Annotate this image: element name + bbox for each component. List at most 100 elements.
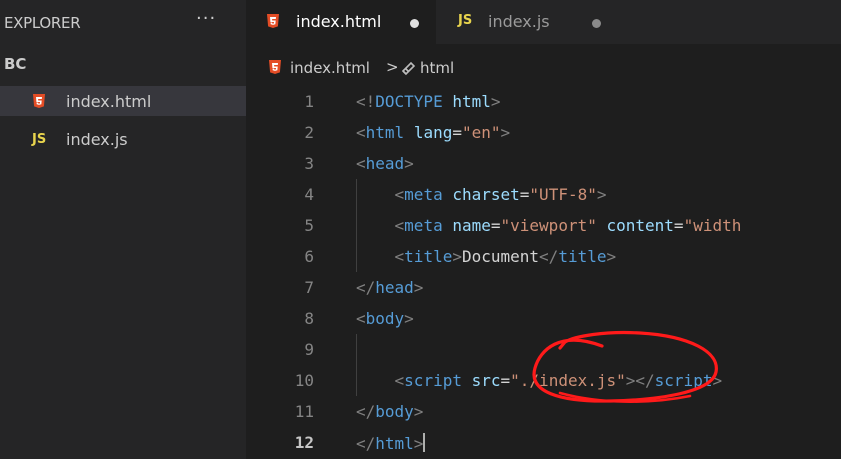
code-token: > — [500, 123, 511, 142]
code-line[interactable]: 6 <title>Document</title> — [246, 241, 841, 272]
line-number: 4 — [304, 185, 314, 204]
code-token: < — [394, 247, 405, 266]
code-token: html — [375, 434, 414, 453]
code-text: <head> — [356, 154, 414, 173]
code-token: < — [356, 309, 366, 328]
code-token: </ — [539, 247, 559, 266]
code-token: = — [500, 371, 511, 390]
code-line[interactable]: 8 <body> — [246, 303, 841, 334]
code-token: script — [654, 371, 713, 390]
code-line[interactable]: 1 <!DOCTYPE html> — [246, 86, 841, 117]
line-number: 12 — [294, 433, 314, 452]
code-token: title — [404, 247, 453, 266]
code-token: > — [490, 92, 501, 111]
code-token: > — [404, 309, 414, 328]
html5-icon — [269, 60, 281, 74]
file-item-index-js[interactable]: JS index.js — [0, 124, 246, 154]
file-item-index-html[interactable]: index.html — [0, 86, 246, 116]
code-token: name — [452, 216, 491, 235]
modified-dot-icon[interactable] — [410, 19, 419, 28]
code-token: meta — [404, 216, 443, 235]
code-line[interactable]: 10 <script src="./index.js"></script> — [246, 365, 841, 396]
code-line[interactable]: 5 <meta name="viewport" content="width — [246, 210, 841, 241]
code-token: "viewport" — [500, 216, 597, 235]
line-number: 10 — [294, 371, 314, 390]
tab-label: index.js — [488, 12, 550, 31]
html5-icon — [33, 94, 45, 108]
tab-index-js[interactable]: JS index.js — [436, 0, 626, 44]
code-token: > — [625, 371, 636, 390]
code-line[interactable]: 9 — [246, 334, 841, 365]
code-token: charset — [452, 185, 520, 204]
line-number: 7 — [304, 278, 314, 297]
code-token: "en" — [461, 123, 501, 142]
html5-icon — [267, 14, 279, 28]
line-number: 2 — [304, 123, 314, 142]
tab-label: index.html — [296, 12, 382, 31]
code-text: <script src="./index.js"></script> — [356, 371, 723, 390]
code-text: <body> — [356, 309, 414, 328]
code-token: > — [413, 278, 424, 297]
code-token: </ — [635, 371, 655, 390]
code-token: < — [394, 216, 405, 235]
code-token: = — [673, 216, 684, 235]
line-number: 5 — [304, 216, 314, 235]
code-line[interactable]: 4 <meta charset="UTF-8"> — [246, 179, 841, 210]
code-token: body — [375, 402, 414, 421]
line-number: 6 — [304, 247, 314, 266]
breadcrumb-separator: > — [386, 58, 399, 76]
js-icon: JS — [458, 13, 473, 28]
code-token: < — [356, 154, 366, 173]
code-token: > — [404, 154, 414, 173]
explorer-sidebar: EXPLORER ··· BC index.html JS index.js — [0, 0, 246, 459]
code-editor[interactable]: 1 <!DOCTYPE html> 2 <html lang="en"> 3 <head>… — [246, 86, 841, 459]
code-token: > — [606, 247, 617, 266]
line-number: 8 — [304, 309, 314, 328]
code-token: "UTF-8" — [529, 185, 597, 204]
code-token: content — [606, 216, 674, 235]
tab-index-html[interactable]: index.html — [246, 0, 436, 44]
code-line[interactable]: 11 </body> — [246, 396, 841, 427]
explorer-title: EXPLORER — [4, 14, 81, 32]
code-token: > — [413, 434, 424, 453]
code-text: <!DOCTYPE html> — [356, 92, 501, 111]
code-token: "width — [683, 216, 742, 235]
text-cursor — [423, 433, 426, 452]
code-token: > — [452, 247, 462, 266]
code-text: </body> — [356, 402, 423, 421]
code-token: > — [413, 402, 424, 421]
code-token: </ — [356, 278, 376, 297]
code-text: <title>Document</title> — [356, 247, 617, 266]
modified-dot-icon[interactable] — [592, 19, 601, 28]
code-token: > — [712, 371, 723, 390]
line-number: 9 — [304, 340, 314, 359]
code-token: Document — [461, 247, 540, 266]
folder-name[interactable]: BC — [4, 55, 26, 73]
breadcrumb-symbol[interactable]: html — [420, 59, 454, 77]
code-line[interactable]: 12 </html> — [246, 427, 841, 458]
code-text: </html> — [356, 433, 426, 453]
breadcrumb-file[interactable]: index.html — [290, 59, 370, 77]
code-token: head — [375, 278, 414, 297]
code-line[interactable]: 2 <html lang="en"> — [246, 117, 841, 148]
code-token: html — [452, 92, 491, 111]
tab-bar: index.html JS index.js — [246, 0, 841, 44]
code-token: title — [558, 247, 607, 266]
code-text: </head> — [356, 278, 423, 297]
code-token: meta — [404, 185, 443, 204]
code-line[interactable]: 7 </head> — [246, 272, 841, 303]
code-token: head — [365, 154, 405, 173]
line-number: 1 — [304, 92, 314, 111]
code-token: script — [404, 371, 462, 390]
code-token: < — [394, 185, 405, 204]
code-token: = — [519, 185, 530, 204]
more-actions-icon[interactable]: ··· — [196, 8, 216, 29]
code-line[interactable]: 3 <head> — [246, 148, 841, 179]
file-label: index.html — [66, 92, 152, 111]
code-token: src — [471, 371, 501, 390]
code-text: <meta name="viewport" content="width — [356, 216, 742, 235]
code-token: "./index.js" — [510, 371, 626, 390]
code-text: <meta charset="UTF-8"> — [356, 185, 607, 204]
